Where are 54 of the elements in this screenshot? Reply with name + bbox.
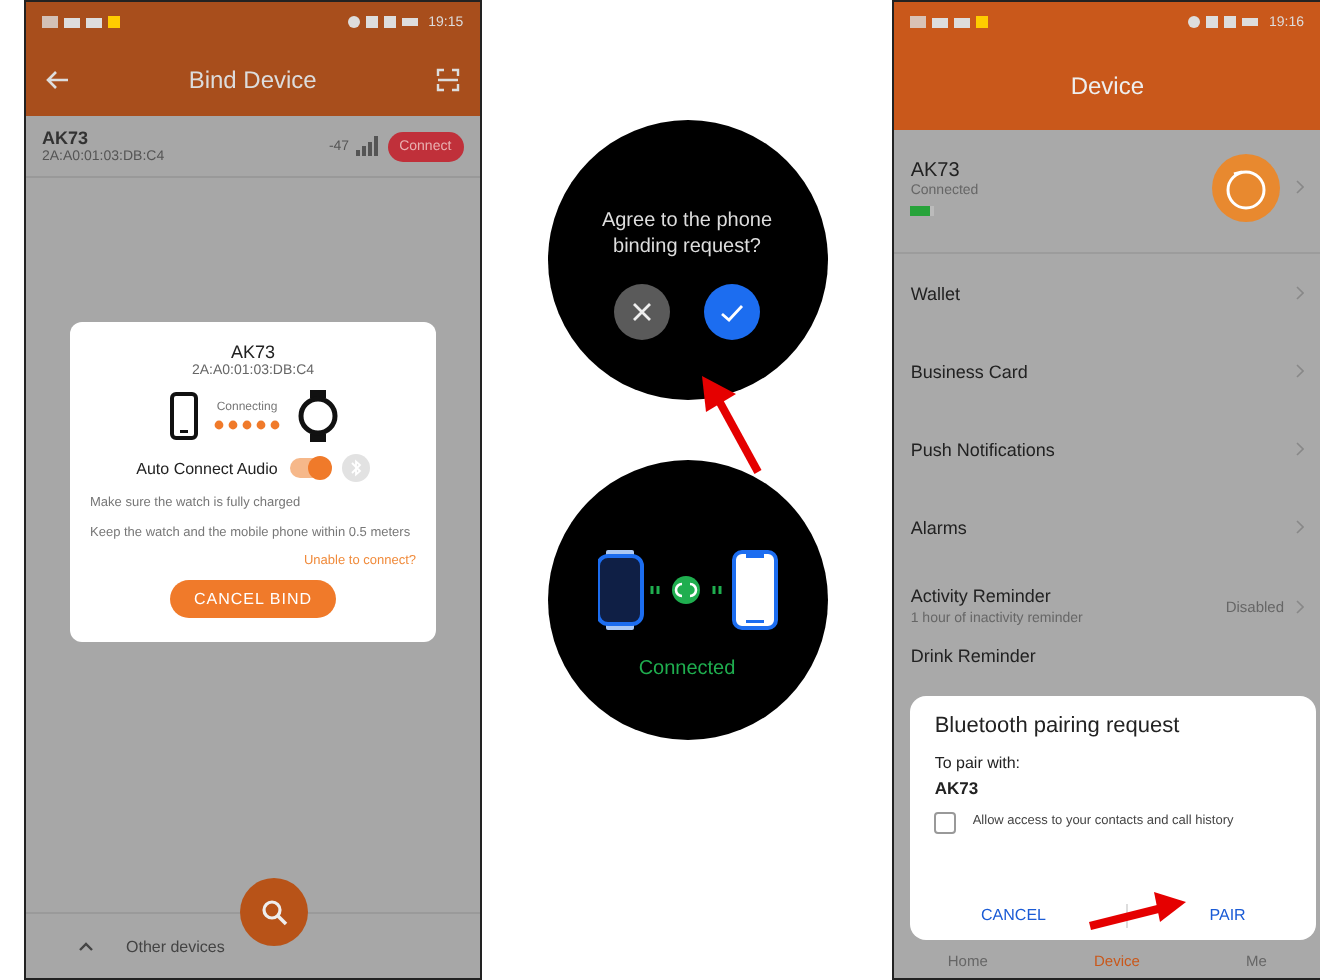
search-icon — [260, 898, 288, 926]
scan-icon — [435, 67, 460, 91]
signal-bars-icon — [355, 136, 378, 156]
chevron-right-icon — [1296, 364, 1305, 378]
row-label: Alarms — [910, 517, 969, 537]
settings-row[interactable]: Push Notifications — [894, 410, 1320, 488]
bluetooth-icon — [341, 454, 370, 482]
device-name: AK73 — [230, 342, 276, 362]
row-label: Drink Reminder — [910, 646, 1038, 666]
watch-avatar-icon — [1212, 153, 1281, 221]
binding-question: Agree to the phone binding request? — [599, 208, 775, 260]
pointer-arrow — [1086, 890, 1191, 934]
other-devices-label[interactable]: Other devices — [126, 937, 225, 955]
search-button[interactable] — [240, 878, 308, 946]
pair-button[interactable]: PAIR — [1197, 898, 1258, 932]
caret-up-icon — [78, 941, 94, 951]
phone-icon — [169, 392, 197, 440]
decline-button[interactable] — [614, 284, 670, 340]
connected-label: Connected — [638, 657, 736, 679]
settings-row[interactable]: Wallet — [894, 254, 1320, 332]
settings-row[interactable]: Business Card — [894, 332, 1320, 410]
row-label: Push Notifications — [910, 439, 1057, 459]
settings-row[interactable]: Drink Reminder — [894, 646, 1320, 682]
checkmark-icon — [720, 303, 744, 321]
row-label: Wallet — [910, 283, 963, 303]
system-status-icons — [346, 14, 419, 30]
row-label: Business Card — [910, 361, 1030, 381]
signal-status-icons — [42, 14, 122, 30]
progress-dots-icon — [213, 420, 281, 430]
row-label: Activity Reminder — [910, 586, 1053, 606]
accept-button[interactable] — [704, 284, 760, 340]
chevron-right-icon — [1296, 180, 1305, 194]
watch-icon — [297, 390, 337, 442]
device-name: AK73 — [910, 159, 962, 181]
screen-title: Bind Device — [188, 65, 317, 93]
back-arrow-icon — [46, 69, 70, 89]
dialog-title: Bluetooth pairing request — [934, 714, 1182, 738]
screen-title: Device — [1070, 72, 1145, 100]
audio-toggle[interactable] — [289, 458, 330, 478]
chevron-right-icon — [1296, 286, 1305, 300]
chevron-right-icon — [1296, 442, 1305, 456]
signal-status-icons — [910, 14, 991, 30]
system-status-icons — [1186, 14, 1259, 30]
chevron-right-icon — [1296, 599, 1305, 613]
close-icon — [632, 302, 652, 322]
checkbox[interactable] — [934, 812, 957, 834]
battery-icon — [910, 205, 935, 215]
device-name: AK73 — [934, 778, 981, 798]
pair-with-label: To pair with: — [934, 754, 1023, 772]
auto-connect-audio-label: Auto Connect Audio — [136, 459, 278, 477]
settings-row[interactable]: Alarms — [894, 488, 1320, 566]
chevron-right-icon — [1296, 520, 1305, 534]
cancel-button[interactable]: CANCEL — [969, 898, 1058, 932]
device-name: AK73 — [42, 128, 91, 148]
